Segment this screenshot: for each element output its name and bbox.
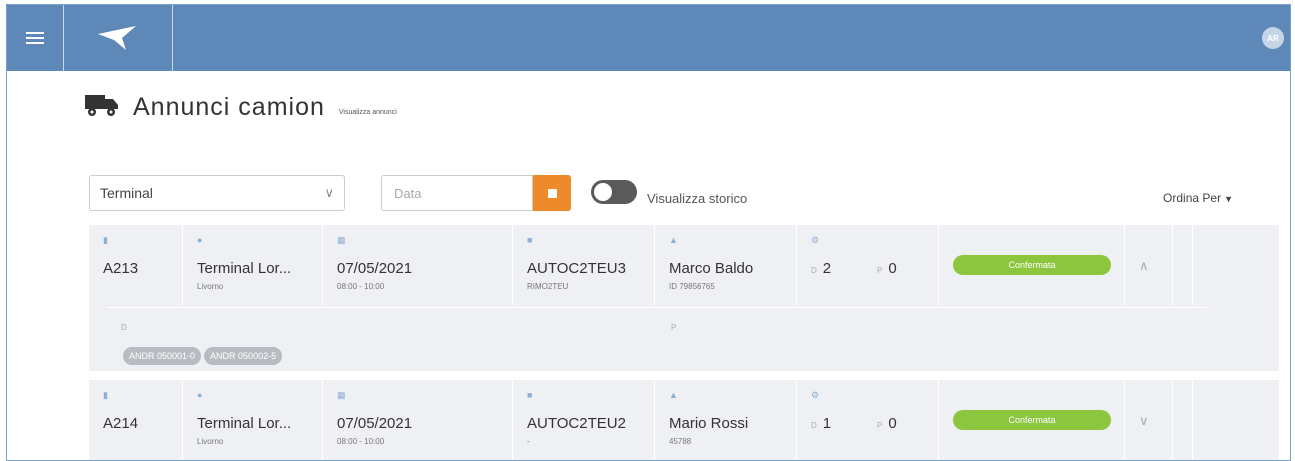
terminal-city: Livorno	[197, 437, 224, 446]
terminal-select[interactable]: Terminal ∨	[89, 175, 345, 211]
user-icon: ▲	[669, 390, 678, 400]
status-badge: Confermata	[953, 255, 1111, 275]
status-badge: Confermata	[953, 410, 1111, 430]
calendar-icon	[547, 188, 557, 198]
trailer-plate: -	[527, 437, 530, 446]
chevron-down-icon: ∨	[324, 185, 334, 200]
count-p: P0	[877, 260, 897, 277]
count-cell: ⚙ D2 P0	[797, 225, 939, 305]
container-chip[interactable]: ANDR 050002-5	[204, 347, 283, 365]
status-cell: Confermata	[939, 225, 1125, 305]
avatar[interactable]: AR	[1262, 27, 1284, 49]
menu-button[interactable]	[7, 5, 64, 71]
driver-cell: ▲ Marco Baldo ID 79856765	[655, 225, 797, 305]
containers-d-label: D	[121, 323, 127, 332]
menu-icon	[26, 29, 44, 47]
history-toggle-label: Visualizza storico	[647, 191, 748, 206]
driver-name: Marco Baldo	[669, 260, 754, 277]
chevron-up-icon[interactable]: ∧	[1139, 258, 1149, 274]
driver-name: Mario Rossi	[669, 415, 749, 432]
calendar-button[interactable]	[533, 175, 571, 211]
truck-small-icon: ■	[527, 235, 533, 245]
booking-code: A214	[103, 415, 139, 432]
containers-p-label: P	[671, 323, 677, 332]
gear-icon: ⚙	[811, 390, 820, 400]
spacer-cell	[1173, 225, 1193, 305]
booking-code: A213	[103, 260, 139, 277]
code-cell: ▮ A213	[89, 225, 183, 305]
driver-id: ID 79856765	[669, 282, 715, 291]
date-cell: ▦ 07/05/2021 08:00 - 10:00	[323, 225, 513, 305]
truck-icon	[85, 93, 119, 122]
count-d: D1	[811, 415, 832, 432]
booking-time: 08:00 - 10:00	[337, 437, 385, 446]
terminal-cell: ● Terminal Lor... Livorno	[183, 225, 323, 305]
container-chips: ANDR 050001-0 ANDR 050002-5	[123, 347, 285, 365]
terminal-name: Terminal Lor...	[197, 260, 292, 277]
driver-cell: ▲ Mario Rossi 45788	[655, 380, 797, 460]
top-bar: AR	[7, 5, 1290, 71]
pin-icon: ▮	[103, 390, 108, 400]
spacer-cell	[1173, 380, 1193, 460]
calendar-small-icon: ▦	[337, 390, 346, 400]
page-title: Annunci camion	[133, 93, 325, 121]
driver-id: 45788	[669, 437, 692, 446]
vehicle-cell: ■ AUTOC2TEU2 -	[513, 380, 655, 460]
terminal-cell: ● Terminal Lor... Livorno	[183, 380, 323, 460]
table-row[interactable]: ▮ A213 ● Terminal Lor... Livorno ▦ 07/05…	[89, 225, 1279, 371]
date-cell: ▦ 07/05/2021 08:00 - 10:00	[323, 380, 513, 460]
sort-label: Ordina Per	[1163, 191, 1222, 205]
terminal-name: Terminal Lor...	[197, 415, 292, 432]
vehicle-plate: AUTOC2TEU3	[527, 260, 626, 277]
location-icon: ●	[197, 235, 203, 245]
container-chip[interactable]: ANDR 050001-0	[123, 347, 202, 365]
count-p: P0	[877, 415, 897, 432]
terminal-select-value: Terminal	[100, 185, 153, 201]
calendar-small-icon: ▦	[337, 235, 346, 245]
expand-cell[interactable]: ∧	[1125, 225, 1173, 305]
filter-bar: Terminal ∨ Visualizza storico Ordina Per…	[89, 175, 1279, 215]
terminal-city: Livorno	[197, 282, 224, 291]
pin-icon: ▮	[103, 235, 108, 245]
expand-cell[interactable]: ∨	[1125, 380, 1173, 460]
chevron-down-icon[interactable]: ∨	[1139, 413, 1149, 429]
trailer-plate: RIMO2TEU	[527, 282, 569, 291]
gear-icon: ⚙	[811, 235, 820, 245]
truck-small-icon: ■	[527, 390, 533, 400]
user-icon: ▲	[669, 235, 678, 245]
code-cell: ▮ A214	[89, 380, 183, 460]
vehicle-cell: ■ AUTOC2TEU3 RIMO2TEU	[513, 225, 655, 305]
divider	[107, 307, 1207, 308]
sort-dropdown[interactable]: Ordina Per ▼	[1163, 191, 1233, 205]
count-cell: ⚙ D1 P0	[797, 380, 939, 460]
vehicle-plate: AUTOC2TEU2	[527, 415, 626, 432]
date-input[interactable]	[381, 175, 533, 211]
location-icon: ●	[197, 390, 203, 400]
page-header: Annunci camion Visualizza annunci	[85, 93, 397, 122]
logo-icon[interactable]	[64, 5, 173, 71]
app-window: AR Annunci camion Visualizza annunci Ter…	[6, 4, 1291, 461]
caret-down-icon: ▼	[1224, 194, 1233, 204]
status-cell: Confermata	[939, 380, 1125, 460]
booking-date: 07/05/2021	[337, 260, 413, 277]
booking-time: 08:00 - 10:00	[337, 282, 385, 291]
table-row[interactable]: ▮ A214 ● Terminal Lor... Livorno ▦ 07/05…	[89, 380, 1279, 460]
booking-date: 07/05/2021	[337, 415, 413, 432]
page-subtitle: Visualizza annunci	[338, 109, 397, 116]
history-toggle[interactable]	[591, 180, 637, 204]
count-d: D2	[811, 260, 832, 277]
